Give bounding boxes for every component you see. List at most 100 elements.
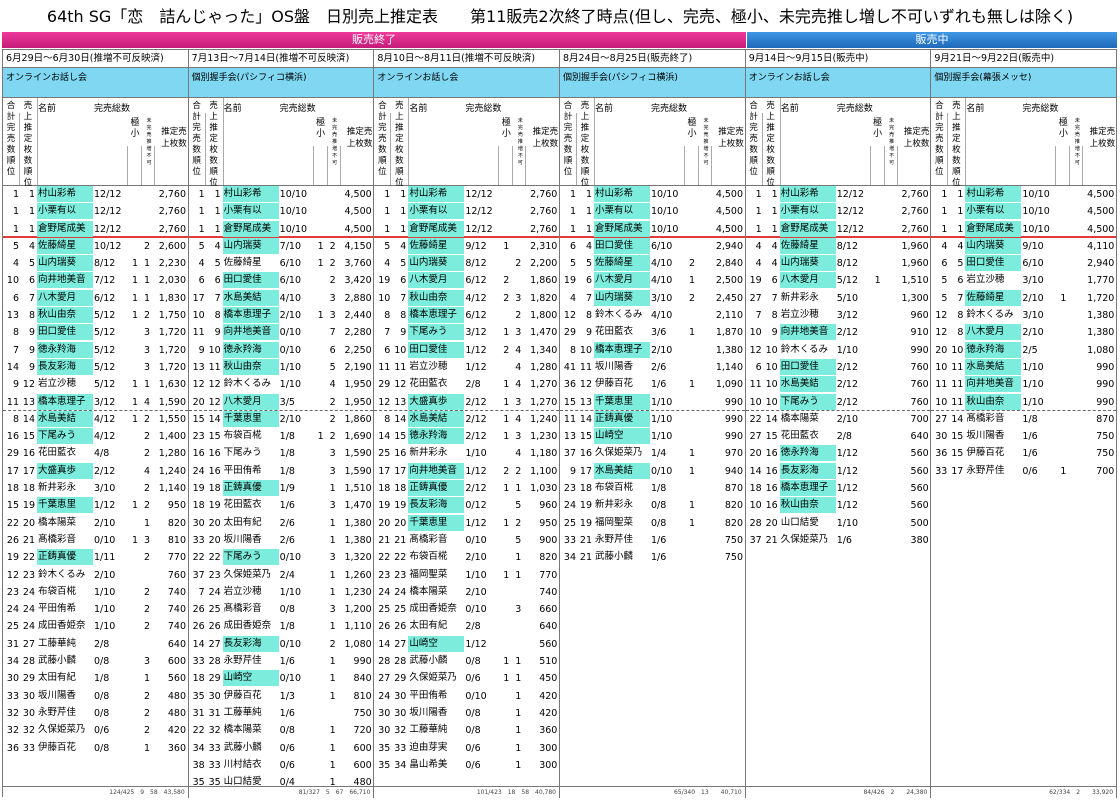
estimated-sales: 700 — [910, 413, 929, 425]
sold-total: 1/6 — [1022, 448, 1038, 460]
event-column: 8月24日〜8月25日(販売終了) 個別握手会(パシフィコ横浜) 合計完売数順位 売上… — [560, 50, 746, 798]
rank-est: 12 — [208, 379, 221, 391]
table-row: 22 14 橋本陽菜 2/10 700 — [746, 411, 931, 428]
table-row: 41 11 坂川陽香 2/6 1,140 — [560, 359, 745, 376]
rank-total: 10 — [749, 327, 762, 339]
estimated-sales: 1,200 — [344, 604, 372, 616]
estimated-sales: 600 — [353, 759, 372, 771]
estimated-sales: 480 — [167, 707, 186, 719]
rank-est: 29 — [22, 673, 35, 685]
estimated-sales: 4,500 — [344, 223, 372, 235]
member-name: 徳永羚海 — [222, 341, 279, 358]
estimated-sales: 2,760 — [901, 223, 929, 235]
header-name: 名前 — [409, 104, 428, 114]
unsold-count: 2 — [143, 500, 150, 512]
member-name: 武藤小麟 — [595, 551, 634, 563]
estimated-sales: 1,720 — [158, 361, 186, 373]
rank-total: 10 — [378, 292, 391, 304]
table-row: 12 10 鈴木くるみ 1/10 990 — [746, 342, 931, 359]
table-row: 20 10 徳永羚海 2/5 1,080 — [931, 341, 1116, 359]
event-column: 6月29日〜6月30日(推増不可反映済) オンラインお話し会 合計完売数順位 売上推定… — [3, 50, 189, 798]
table-row: 4 4 山内瑞葵 9/10 4,110 — [931, 237, 1116, 255]
sold-total: 0/10 — [465, 604, 487, 616]
estimated-sales: 810 — [353, 690, 372, 702]
rank-est: 19 — [579, 500, 593, 512]
sold-total: 1/4 — [651, 448, 667, 460]
estimated-sales: 1,950 — [344, 379, 372, 391]
rank-total: 11 — [749, 379, 762, 391]
sold-total: 0/8 — [94, 707, 110, 719]
rank-est: 26 — [208, 621, 221, 633]
rank-total: 36 — [935, 448, 948, 460]
estimated-sales: 1,320 — [344, 552, 372, 564]
estimated-sales: 1,080 — [344, 638, 372, 650]
rank-est: 4 — [214, 240, 221, 252]
rank-total: 24 — [192, 465, 205, 477]
estimated-sales: 970 — [724, 448, 744, 460]
unsold-count: 2 — [143, 621, 150, 633]
rank-est: 7 — [214, 292, 221, 304]
small-count: 1 — [688, 275, 696, 287]
header-small: 極小 — [687, 118, 697, 139]
estimated-sales: 1,400 — [158, 431, 186, 443]
header-name: 名前 — [223, 104, 242, 114]
rank-total: 1 — [941, 206, 948, 218]
rank-total: 1 — [941, 189, 948, 200]
table-row: 30 15 坂川陽香 1/6 750 — [931, 428, 1116, 445]
rank-est: 20 — [208, 534, 221, 546]
table-row: 33 28 永野芹佳 1/6 1 990 — [189, 653, 374, 670]
rank-total: 23 — [563, 483, 577, 495]
sold-total: 7/10 — [279, 240, 302, 252]
rank-est: 9 — [585, 327, 593, 339]
rank-est: 11 — [579, 361, 593, 373]
sold-total: 2/10 — [465, 552, 487, 564]
sold-total: 3/10 — [1022, 310, 1044, 322]
rank-total: 1 — [198, 223, 205, 235]
unsold-count: 2 — [143, 310, 150, 322]
estimated-sales: 1,720 — [158, 327, 186, 339]
small-count: 1 — [503, 569, 510, 581]
rank-total: 4 — [755, 240, 762, 252]
rank-total: 20 — [378, 517, 391, 529]
rank-est: 1 — [771, 189, 778, 200]
table-row: 9 10 徳永羚海 0/10 6 2,250 — [189, 341, 374, 359]
rank-total: 19 — [563, 275, 577, 287]
rank-est: 24 — [394, 586, 407, 598]
table-row: 10 7 秋山由奈 4/12 2 3 1,820 — [374, 289, 559, 307]
unsold-count: 4 — [515, 413, 522, 425]
sold-total: 0/8 — [465, 707, 481, 719]
table-row: 1 1 村山彩希 10/10 4,500 — [931, 186, 1116, 203]
sold-total: 1/8 — [1022, 413, 1038, 425]
sold-total: 1/8 — [94, 673, 110, 685]
table-row: 24 19 新井彩永 0/8 1 820 — [560, 497, 745, 514]
rank-est: 18 — [22, 483, 35, 495]
sold-total: 0/6 — [465, 673, 481, 685]
unsold-count: 6 — [329, 344, 336, 356]
rank-total: 36 — [563, 379, 577, 391]
rank-est: 16 — [579, 448, 593, 460]
sold-total: 8/12 — [836, 240, 859, 252]
estimated-sales: 2,940 — [715, 240, 744, 252]
column-footer-total: 101/423 18 58 40,780 — [374, 786, 560, 798]
estimated-sales: 1,870 — [715, 327, 744, 339]
sold-total: 4/10 — [279, 292, 302, 304]
rank-total: 37 — [192, 569, 205, 581]
unsold-count: 2 — [329, 431, 336, 443]
member-name: 髙橋彩音 — [409, 533, 448, 545]
header-rank-total: 合計完売数順位 — [192, 101, 201, 177]
unsold-count: 1 — [329, 517, 336, 529]
member-name: 八木愛月 — [222, 393, 279, 410]
member-name: 小栗有以 — [408, 203, 465, 220]
member-name: 鈴木くるみ — [780, 343, 828, 355]
unsold-count: 3 — [143, 534, 150, 546]
rank-total: 22 — [6, 517, 19, 529]
member-name: 山崎空 — [594, 428, 651, 445]
rank-total: 12 — [563, 310, 577, 322]
rank-total: 16 — [6, 431, 19, 443]
rank-est: 10 — [765, 361, 778, 373]
sold-total: 1/10 — [651, 413, 673, 425]
table-row: 15 14 千葉恵里 2/10 2 1,860 — [189, 410, 374, 428]
unsold-count: 1 — [329, 742, 336, 754]
table-row: 13 11 秋山由奈 1/10 5 2,190 — [189, 358, 374, 376]
estimated-sales: 820 — [724, 517, 744, 529]
